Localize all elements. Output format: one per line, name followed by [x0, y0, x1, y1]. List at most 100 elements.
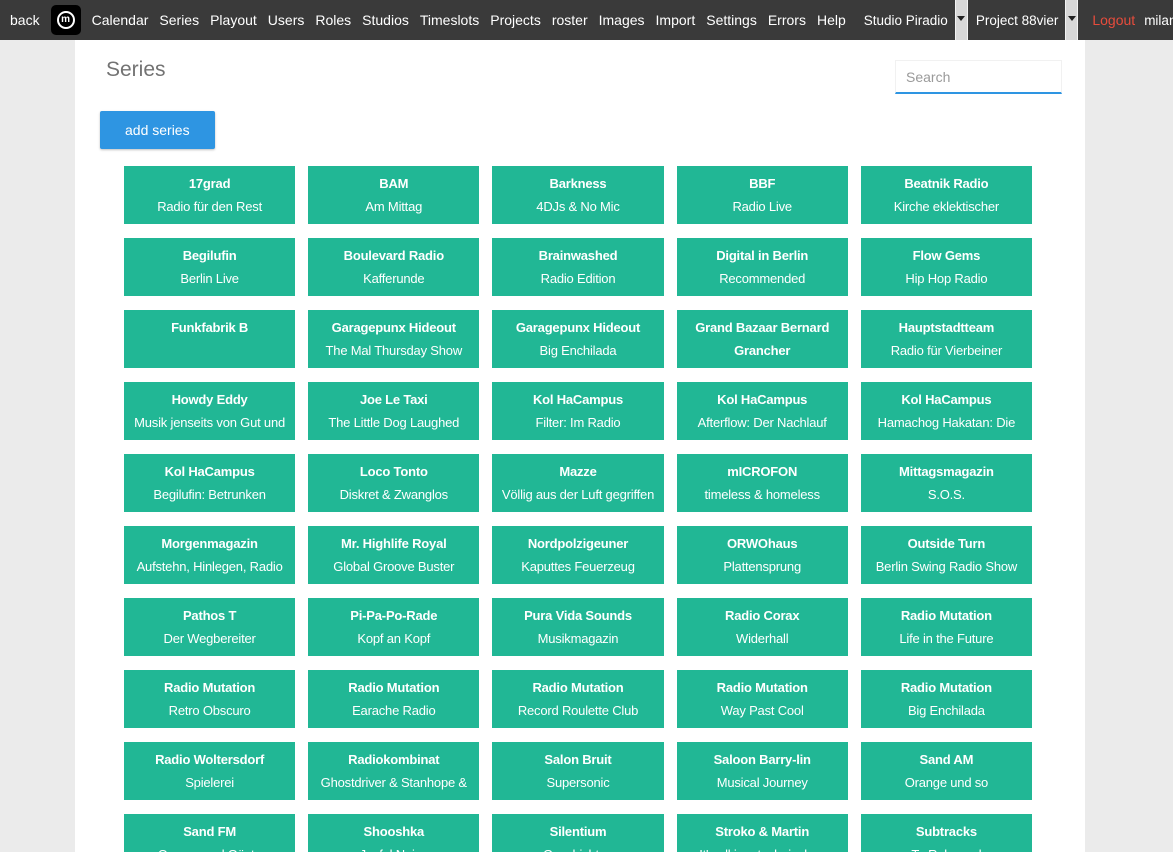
project-selector-value: Project 88vier: [976, 13, 1066, 28]
series-card-subtitle: Joyful Noise: [314, 843, 473, 852]
series-card[interactable]: Radio MutationRecord Roulette Club: [492, 670, 663, 728]
series-card[interactable]: Pathos TDer Wegbereiter: [124, 598, 295, 656]
nav-item-projects[interactable]: Projects: [490, 12, 541, 28]
series-card-title: Silentium: [498, 820, 657, 843]
series-card-title: Howdy Eddy: [130, 388, 289, 411]
series-card-subtitle: Kaputtes Feuerzeug: [498, 555, 657, 578]
series-card-subtitle: timeless & homeless: [683, 483, 842, 506]
series-card[interactable]: Kol HaCampusBegilufin: Betrunken: [124, 454, 295, 512]
series-card[interactable]: Digital in BerlinRecommended: [677, 238, 848, 296]
search-input[interactable]: [896, 61, 1061, 92]
chevron-down-icon[interactable]: [1065, 0, 1078, 40]
series-card[interactable]: Boulevard RadioKafferunde: [308, 238, 479, 296]
nav-item-images[interactable]: Images: [599, 12, 645, 28]
series-card[interactable]: Mr. Highlife RoyalGlobal Groove Buster: [308, 526, 479, 584]
series-card[interactable]: Beatnik RadioKirche eklektischer: [861, 166, 1032, 224]
series-card-title: Nordpolzigeuner: [498, 532, 657, 555]
top-nav: back m Calendar Series Playout Users Roles St…: [0, 0, 1173, 40]
series-card[interactable]: MittagsmagazinS.O.S.: [861, 454, 1032, 512]
series-card-subtitle: Afterflow: Der Nachlauf: [683, 411, 842, 434]
series-card-title: Stroko & Martin: [683, 820, 842, 843]
series-card-subtitle: Geschichten: [498, 843, 657, 852]
series-card[interactable]: Outside TurnBerlin Swing Radio Show: [861, 526, 1032, 584]
series-card[interactable]: Radio MutationRetro Obscuro: [124, 670, 295, 728]
series-card[interactable]: HauptstadtteamRadio für Vierbeiner: [861, 310, 1032, 368]
series-card[interactable]: Flow GemsHip Hop Radio: [861, 238, 1032, 296]
series-card-title: Pathos T: [130, 604, 289, 627]
series-card[interactable]: Kol HaCampusAfterflow: Der Nachlauf: [677, 382, 848, 440]
series-card-title: Kol HaCampus: [867, 388, 1026, 411]
series-card-title: Radio Mutation: [683, 676, 842, 699]
series-card[interactable]: Funkfabrik B: [124, 310, 295, 368]
series-card[interactable]: Joe Le TaxiThe Little Dog Laughed: [308, 382, 479, 440]
add-series-button[interactable]: add series: [100, 111, 215, 149]
nav-item-calendar[interactable]: Calendar: [92, 12, 149, 28]
series-card[interactable]: Sand AMOrange und so: [861, 742, 1032, 800]
studio-selector[interactable]: Studio Piradio: [864, 0, 968, 40]
series-card[interactable]: Kol HaCampusHamachog Hakatan: Die: [861, 382, 1032, 440]
series-card[interactable]: Howdy EddyMusik jenseits von Gut und: [124, 382, 295, 440]
series-card[interactable]: Radio MutationWay Past Cool: [677, 670, 848, 728]
series-card-subtitle: Kirche eklektischer: [867, 195, 1026, 218]
series-card-subtitle: Musikmagazin: [498, 627, 657, 650]
nav-item-roster[interactable]: roster: [552, 12, 588, 28]
series-card[interactable]: Salon BruitSupersonic: [492, 742, 663, 800]
nav-item-timeslots[interactable]: Timeslots: [420, 12, 479, 28]
project-selector[interactable]: Project 88vier: [976, 0, 1079, 40]
series-card-title: Boulevard Radio: [314, 244, 473, 267]
series-card[interactable]: Radio MutationLife in the Future: [861, 598, 1032, 656]
series-card[interactable]: SilentiumGeschichten: [492, 814, 663, 852]
nav-item-import[interactable]: Import: [656, 12, 696, 28]
series-card[interactable]: MorgenmagazinAufstehn, Hinlegen, Radio: [124, 526, 295, 584]
series-card[interactable]: Grand Bazaar Bernard Grancher: [677, 310, 848, 368]
series-card[interactable]: Garagepunx HideoutThe Mal Thursday Show: [308, 310, 479, 368]
series-card[interactable]: Saloon Barry-linMusical Journey: [677, 742, 848, 800]
series-card[interactable]: Radio WoltersdorfSpielerei: [124, 742, 295, 800]
logout-link[interactable]: Logout: [1092, 12, 1135, 28]
series-card[interactable]: SubtracksTo Released: [861, 814, 1032, 852]
series-card-subtitle: Filter: Im Radio: [498, 411, 657, 434]
nav-item-playout[interactable]: Playout: [210, 12, 257, 28]
series-card[interactable]: ORWOhausPlattensprung: [677, 526, 848, 584]
logo-icon[interactable]: m: [51, 5, 81, 35]
series-card[interactable]: BegilufinBerlin Live: [124, 238, 295, 296]
series-card[interactable]: 17gradRadio für den Rest: [124, 166, 295, 224]
nav-item-help[interactable]: Help: [817, 12, 846, 28]
nav-item-studios[interactable]: Studios: [362, 12, 409, 28]
back-link[interactable]: back: [10, 12, 40, 28]
series-card[interactable]: Garagepunx HideoutBig Enchilada: [492, 310, 663, 368]
series-card-subtitle: Kopf an Kopf: [314, 627, 473, 650]
nav-menu: Calendar Series Playout Users Roles Studios Ti…: [92, 12, 846, 28]
series-card[interactable]: Barkness4DJs & No Mic: [492, 166, 663, 224]
series-card[interactable]: RadiokombinatGhostdriver & Stanhope &: [308, 742, 479, 800]
nav-item-users[interactable]: Users: [268, 12, 305, 28]
series-card[interactable]: Loco TontoDiskret & Zwanglos: [308, 454, 479, 512]
series-card[interactable]: BAMAm Mittag: [308, 166, 479, 224]
chevron-down-icon[interactable]: [955, 0, 968, 40]
series-card[interactable]: Radio MutationEarache Radio: [308, 670, 479, 728]
series-card[interactable]: Stroko & MartinIt's all in a technicolou…: [677, 814, 848, 852]
search-box: [895, 60, 1062, 94]
nav-item-roles[interactable]: Roles: [315, 12, 351, 28]
series-card-subtitle: Orange und so: [867, 771, 1026, 794]
series-card[interactable]: Sand FMOrange und Gäste: [124, 814, 295, 852]
nav-item-series[interactable]: Series: [159, 12, 199, 28]
series-card[interactable]: Pura Vida SoundsMusikmagazin: [492, 598, 663, 656]
series-card-subtitle: Spielerei: [130, 771, 289, 794]
series-card[interactable]: BrainwashedRadio Edition: [492, 238, 663, 296]
series-card[interactable]: BBFRadio Live: [677, 166, 848, 224]
series-card[interactable]: mICROFONtimeless & homeless: [677, 454, 848, 512]
series-card[interactable]: ShooshkaJoyful Noise: [308, 814, 479, 852]
series-card-title: Radio Mutation: [314, 676, 473, 699]
series-card-subtitle: Hamachog Hakatan: Die: [867, 411, 1026, 434]
series-card-subtitle: Big Enchilada: [867, 699, 1026, 722]
nav-item-settings[interactable]: Settings: [706, 12, 757, 28]
series-card[interactable]: Radio MutationBig Enchilada: [861, 670, 1032, 728]
nav-item-errors[interactable]: Errors: [768, 12, 806, 28]
series-card[interactable]: MazzeVöllig aus der Luft gegriffen: [492, 454, 663, 512]
series-card[interactable]: Pi-Pa-Po-RadeKopf an Kopf: [308, 598, 479, 656]
series-card-title: Hauptstadtteam: [867, 316, 1026, 339]
series-card[interactable]: Kol HaCampusFilter: Im Radio: [492, 382, 663, 440]
series-card[interactable]: NordpolzigeunerKaputtes Feuerzeug: [492, 526, 663, 584]
series-card[interactable]: Radio CoraxWiderhall: [677, 598, 848, 656]
